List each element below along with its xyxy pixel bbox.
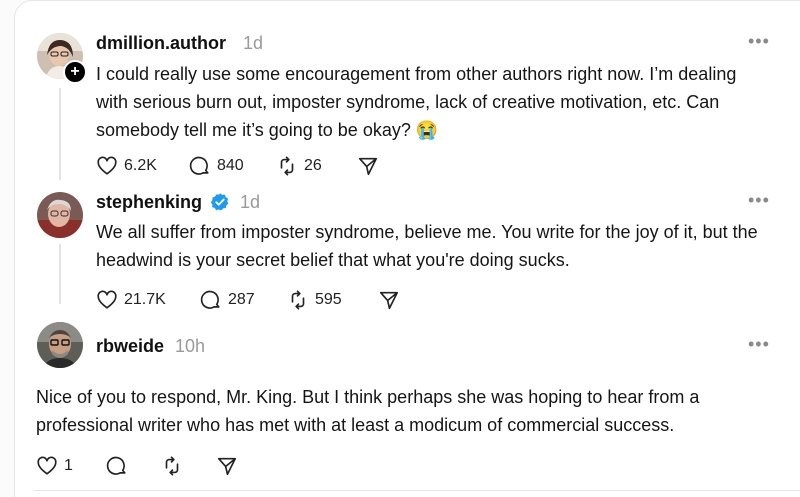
post-text: Nice of you to respond, Mr. King. But I … xyxy=(36,387,700,435)
username[interactable]: stephenking xyxy=(96,192,202,213)
like-count: 21.7K xyxy=(124,291,166,308)
repost-count: 595 xyxy=(315,291,342,308)
like-button[interactable]: 1 xyxy=(36,455,73,477)
heart-icon xyxy=(37,456,57,475)
like-button[interactable]: 6.2K xyxy=(96,155,157,177)
thread-line xyxy=(59,244,61,304)
post-time: 1d xyxy=(243,33,264,53)
follow-plus-icon[interactable]: + xyxy=(63,60,87,84)
reply-button[interactable]: 287 xyxy=(200,289,255,311)
comment-icon xyxy=(189,156,209,175)
avatar-stephenking[interactable] xyxy=(37,192,83,238)
like-count: 1 xyxy=(64,457,73,474)
comment-icon xyxy=(106,456,126,475)
post-text: I could really use some encouragement fr… xyxy=(96,64,737,140)
heart-icon xyxy=(97,290,117,309)
reply-count: 840 xyxy=(217,157,244,174)
share-icon xyxy=(217,457,237,476)
verified-icon xyxy=(210,193,229,211)
share-icon xyxy=(358,157,378,176)
repost-count: 26 xyxy=(304,157,322,174)
more-icon[interactable]: ••• xyxy=(748,334,770,355)
repost-icon xyxy=(280,156,294,176)
post-text: We all suffer from imposter syndrome, be… xyxy=(96,222,758,270)
share-button[interactable] xyxy=(357,155,379,177)
share-icon xyxy=(379,291,399,310)
repost-button[interactable]: 26 xyxy=(276,155,322,177)
more-icon[interactable]: ••• xyxy=(748,190,770,211)
share-button[interactable] xyxy=(378,289,400,311)
heart-icon xyxy=(97,156,117,175)
share-button[interactable] xyxy=(216,455,238,477)
thread-line xyxy=(59,88,61,180)
post-time: 1d xyxy=(240,192,261,212)
username[interactable]: rbweide xyxy=(96,336,164,357)
like-button[interactable]: 21.7K xyxy=(96,289,166,311)
repost-button[interactable]: 595 xyxy=(287,289,342,311)
like-count: 6.2K xyxy=(124,157,157,174)
username[interactable]: dmillion.author xyxy=(96,33,226,54)
divider xyxy=(34,490,800,491)
repost-button[interactable] xyxy=(161,455,183,477)
comment-icon xyxy=(200,290,220,309)
reply-button[interactable]: 840 xyxy=(189,155,244,177)
reply-count: 287 xyxy=(228,291,255,308)
post-time: 10h xyxy=(175,336,206,356)
repost-icon xyxy=(291,290,305,310)
more-icon[interactable]: ••• xyxy=(748,31,770,52)
avatar-rbweide[interactable] xyxy=(37,322,83,368)
reply-button[interactable] xyxy=(106,455,128,477)
repost-icon xyxy=(165,456,179,476)
